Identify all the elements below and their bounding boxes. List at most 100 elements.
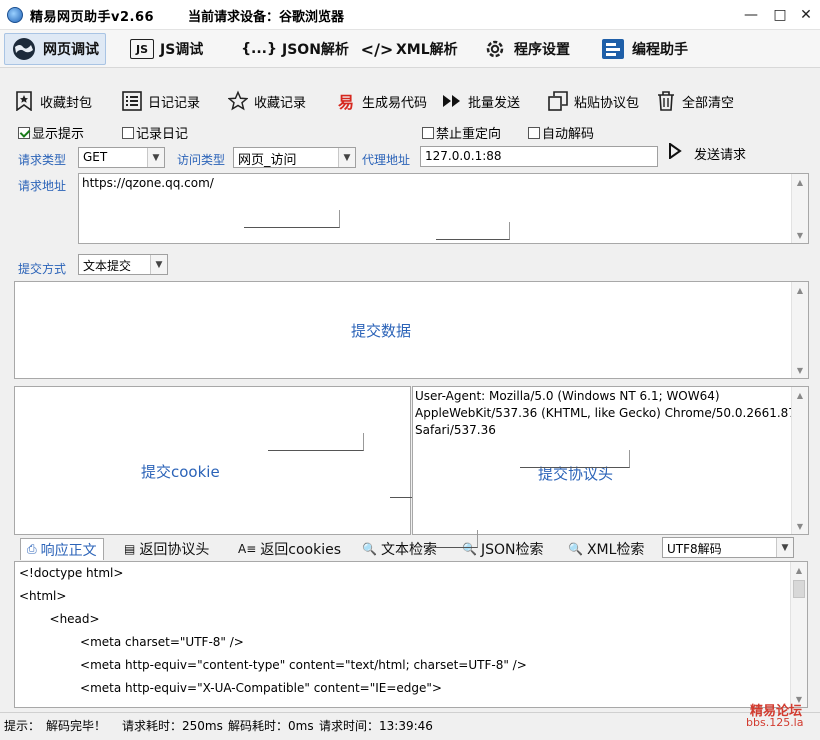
main-toolbar: 网页调试 JS JS调试 {...} JSON解析 </> XML解析 程序设置… bbox=[0, 30, 820, 68]
tab-label: XML检索 bbox=[586, 542, 645, 558]
gear-icon bbox=[482, 36, 508, 62]
action-label: 粘贴协议包 bbox=[574, 95, 640, 111]
code-line: <!doctype html> bbox=[19, 566, 124, 580]
scroll-up-icon[interactable]: ▲ bbox=[792, 282, 808, 298]
access-type-select[interactable]: 网页_访问 ▼ bbox=[233, 147, 356, 168]
list-icon bbox=[122, 91, 142, 111]
assistant-icon bbox=[600, 36, 626, 62]
maximize-button[interactable]: □ bbox=[769, 4, 791, 26]
tab-response-cookies[interactable]: A≡ 返回cookies bbox=[232, 538, 347, 560]
cookie-icon: A≡ bbox=[238, 542, 257, 556]
diary-record-button[interactable]: 日记记录 bbox=[122, 88, 200, 114]
braces-icon: {...} bbox=[241, 41, 277, 57]
scroll-down-icon[interactable]: ▼ bbox=[792, 227, 808, 243]
url-value: https://qzone.qq.com/ bbox=[82, 176, 214, 190]
tab-label: JSON解析 bbox=[282, 42, 349, 58]
app-icon bbox=[7, 7, 23, 23]
status-clock: 请求时间：13:39:46 bbox=[319, 719, 433, 733]
tab-response-headers[interactable]: ▤ 返回协议头 bbox=[118, 538, 215, 560]
send-request-label: 发送请求 bbox=[694, 147, 747, 163]
scroll-thumb[interactable] bbox=[793, 580, 805, 598]
cookie-input[interactable]: 提交cookie bbox=[14, 386, 411, 535]
tab-program-settings[interactable]: 程序设置 bbox=[476, 33, 576, 65]
tab-label: JSON检索 bbox=[480, 542, 544, 558]
action-toolbar: 收藏封包 日记记录 收藏记录 易 生成易代码 批量发送 粘贴协议包 全部清空 bbox=[0, 86, 820, 116]
annotation-stroke bbox=[436, 222, 510, 240]
send-request-button[interactable]: 发送请求 bbox=[668, 142, 747, 163]
tab-label: 程序设置 bbox=[514, 42, 570, 58]
annotation-stroke bbox=[430, 530, 478, 548]
cookie-hint: 提交cookie bbox=[141, 463, 220, 481]
document-icon: ▤ bbox=[124, 542, 136, 556]
save-packet-button[interactable]: 收藏封包 bbox=[14, 88, 92, 114]
show-tips-checkbox[interactable]: 显示提示 bbox=[18, 123, 84, 142]
encoding-select[interactable]: UTF8解码 ▼ bbox=[662, 537, 794, 558]
globe-icon bbox=[11, 36, 37, 62]
js-icon: JS bbox=[130, 39, 154, 59]
log-diary-checkbox[interactable]: 记录日记 bbox=[122, 123, 188, 142]
star-icon bbox=[228, 90, 248, 111]
close-button[interactable]: ✕ bbox=[795, 4, 817, 26]
checkbox-label: 自动解码 bbox=[542, 127, 595, 142]
code-line: <head> bbox=[19, 612, 100, 626]
scroll-down-icon[interactable]: ▼ bbox=[792, 518, 808, 534]
chevron-down-icon: ▼ bbox=[147, 148, 164, 167]
action-label: 收藏封包 bbox=[40, 95, 93, 111]
status-request-time: 请求耗时：250ms bbox=[122, 719, 223, 733]
no-redirect-checkbox[interactable]: 禁止重定向 bbox=[422, 123, 501, 142]
tab-response-body[interactable]: ⎙ 响应正文 bbox=[20, 538, 104, 560]
response-icon: ⎙ bbox=[27, 542, 37, 556]
code-line: <meta charset="UTF-8" /> bbox=[19, 635, 244, 649]
minimize-button[interactable]: — bbox=[740, 4, 762, 26]
clear-all-button[interactable]: 全部清空 bbox=[656, 88, 734, 114]
search-icon: 🔍 bbox=[568, 542, 583, 556]
auto-decode-checkbox[interactable]: 自动解码 bbox=[528, 123, 594, 142]
scroll-up-icon[interactable]: ▲ bbox=[791, 562, 807, 578]
yi-icon: 易 bbox=[337, 93, 354, 112]
checkbox-label: 记录日记 bbox=[136, 127, 189, 142]
code-icon: </> bbox=[360, 39, 394, 59]
request-type-select[interactable]: GET ▼ bbox=[78, 147, 165, 168]
title-bar: 精易网页助手v2.66 当前请求设备：谷歌浏览器 — □ ✕ bbox=[0, 0, 820, 30]
url-label: 请求地址 bbox=[18, 179, 67, 193]
checkbox-box bbox=[122, 126, 134, 139]
status-tip: 提示： bbox=[4, 719, 41, 733]
tab-json-parse[interactable]: {...} JSON解析 bbox=[236, 33, 355, 65]
trash-icon bbox=[656, 91, 676, 111]
device-label: 当前请求设备：谷歌浏览器 bbox=[188, 10, 345, 25]
code-line: <meta http-equiv="X-UA-Compatible" conte… bbox=[19, 681, 442, 695]
tab-label: 网页调试 bbox=[43, 42, 99, 58]
favorites-button[interactable]: 收藏记录 bbox=[228, 88, 306, 114]
window-title: 精易网页助手v2.66 bbox=[30, 10, 155, 25]
paste-packet-button[interactable]: 粘贴协议包 bbox=[548, 88, 639, 114]
tab-label: 返回cookies bbox=[260, 542, 341, 558]
tab-js-debug[interactable]: JS JS调试 bbox=[124, 33, 209, 65]
generate-code-button[interactable]: 易 生成易代码 bbox=[336, 88, 427, 114]
scrollbar[interactable]: ▲ ▼ bbox=[791, 387, 808, 534]
scrollbar[interactable]: ▲ ▼ bbox=[790, 562, 807, 707]
tab-web-debug[interactable]: 网页调试 bbox=[4, 33, 106, 65]
tab-xml-parse[interactable]: </> XML解析 bbox=[358, 33, 464, 65]
tab-label: 响应正文 bbox=[40, 542, 97, 559]
header-line: User-Agent: Mozilla/5.0 (Windows NT 6.1;… bbox=[415, 389, 720, 403]
submit-method-select[interactable]: 文本提交 ▼ bbox=[78, 254, 168, 275]
scrollbar[interactable]: ▲ ▼ bbox=[791, 282, 808, 378]
batch-send-button[interactable]: 批量发送 bbox=[442, 88, 520, 114]
scrollbar[interactable]: ▲ ▼ bbox=[791, 174, 808, 243]
response-body-view[interactable]: <!doctype html> <html> <head> <meta char… bbox=[14, 561, 808, 708]
post-data-hint: 提交数据 bbox=[351, 322, 412, 340]
checkbox-label: 显示提示 bbox=[32, 127, 85, 142]
request-type-value: GET bbox=[83, 150, 108, 164]
action-label: 日记记录 bbox=[148, 95, 201, 111]
scroll-up-icon[interactable]: ▲ bbox=[792, 387, 808, 403]
proxy-input[interactable]: 127.0.0.1:88 bbox=[420, 146, 658, 167]
tab-xml-search[interactable]: 🔍 XML检索 bbox=[562, 538, 650, 560]
headers-text: User-Agent: Mozilla/5.0 (Windows NT 6.1;… bbox=[415, 388, 796, 439]
post-data-input[interactable]: 提交数据 ▲ ▼ bbox=[14, 281, 809, 379]
annotation-stroke bbox=[268, 433, 364, 451]
tab-coding-assistant[interactable]: 编程助手 bbox=[594, 33, 694, 65]
scroll-down-icon[interactable]: ▼ bbox=[792, 362, 808, 378]
submit-method-label: 提交方式 bbox=[18, 262, 67, 276]
status-decode-time: 解码耗时：0ms bbox=[228, 719, 314, 733]
scroll-up-icon[interactable]: ▲ bbox=[792, 174, 808, 190]
